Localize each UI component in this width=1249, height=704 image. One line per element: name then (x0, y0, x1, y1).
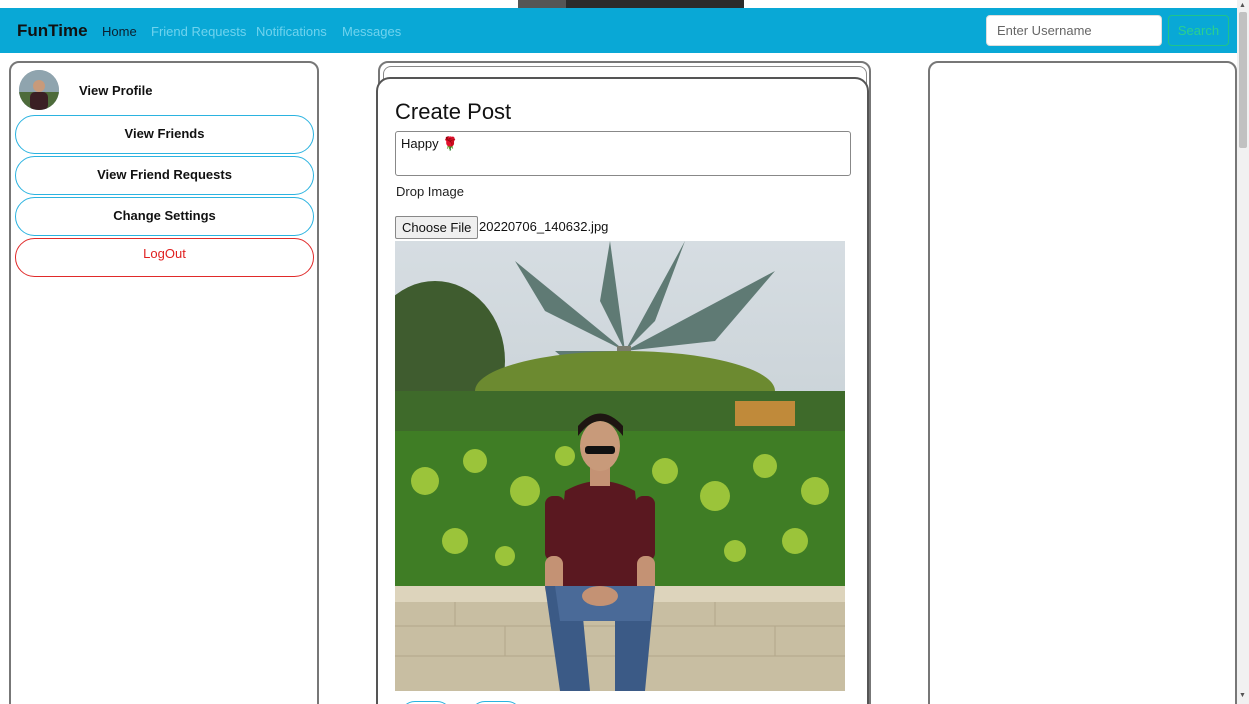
right-panel (928, 61, 1237, 704)
uploaded-photo-preview (395, 241, 845, 691)
logout-button[interactable]: LogOut (15, 238, 314, 277)
view-profile-link[interactable]: View Profile (79, 83, 152, 98)
search-button[interactable]: Search (1168, 15, 1229, 46)
nav-notifications[interactable]: Notifications (256, 24, 327, 39)
create-post-title: Create Post (395, 99, 512, 124)
left-sidebar: View Profile View Friends View Friend Re… (9, 61, 319, 704)
username-search-input[interactable] (986, 15, 1162, 46)
page-scrollbar[interactable]: ▲ ▼ (1237, 0, 1249, 704)
view-friend-requests-button[interactable]: View Friend Requests (15, 156, 314, 195)
change-settings-button[interactable]: Change Settings (15, 197, 314, 236)
choose-file-button[interactable]: Choose File (395, 216, 479, 239)
drop-image-label: Drop Image (396, 184, 464, 199)
brand-logo[interactable]: FunTime (17, 21, 88, 41)
rose-emoji-icon: 🌹 (442, 136, 459, 151)
selected-file-name: 20220706_140632.jpg (479, 219, 609, 234)
create-post-card: Create Post Happy 🌹 Drop Image Choose Fi… (376, 77, 869, 704)
nav-home[interactable]: Home (102, 24, 137, 39)
browser-top-strip (0, 0, 1249, 8)
top-strip-grey-block (518, 0, 566, 8)
scroll-down-arrow-icon[interactable]: ▼ (1239, 692, 1246, 699)
view-friends-button[interactable]: View Friends (15, 115, 314, 154)
scrollbar-thumb[interactable] (1239, 12, 1247, 148)
nav-messages[interactable]: Messages (342, 24, 401, 39)
nav-friend-requests[interactable]: Friend Requests (151, 24, 246, 39)
scroll-up-arrow-icon[interactable]: ▲ (1239, 2, 1246, 9)
avatar[interactable] (19, 70, 59, 110)
post-text-input[interactable]: Happy 🌹 (395, 131, 851, 176)
navbar: FunTime Home Friend Requests Notificatio… (0, 8, 1237, 53)
post-text-value: Happy (401, 136, 439, 151)
